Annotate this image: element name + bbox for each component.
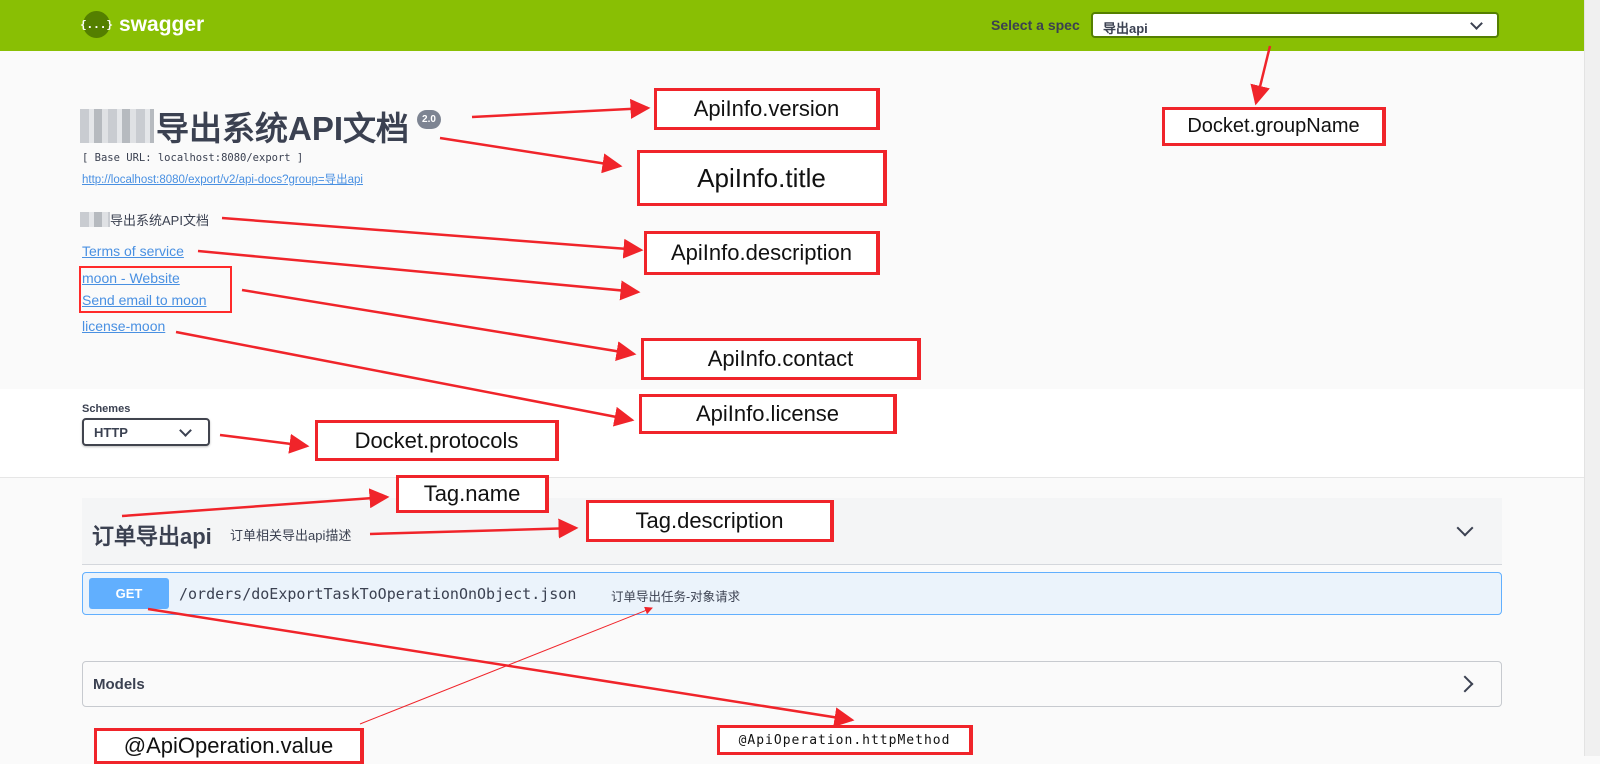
arrow-license bbox=[175, 330, 635, 427]
arrow-tag-name bbox=[121, 488, 390, 518]
arrow-contact bbox=[241, 288, 637, 362]
annotation-description: ApiInfo.description bbox=[644, 231, 880, 275]
annotation-operation-method: @ApiOperation.httpMethod bbox=[717, 725, 973, 755]
annotation-group-name: Docket.groupName bbox=[1162, 107, 1386, 146]
arrow-operation-value bbox=[359, 606, 653, 725]
annotation-license: ApiInfo.license bbox=[639, 394, 897, 434]
annotation-tag-description: Tag.description bbox=[586, 500, 834, 542]
annotation-operation-value: @ApiOperation.value bbox=[94, 728, 364, 764]
arrow-terms bbox=[197, 249, 641, 301]
arrow-group-name bbox=[1250, 45, 1272, 106]
annotation-tag-name: Tag.name bbox=[396, 475, 549, 513]
arrow-description bbox=[221, 216, 644, 259]
arrow-protocols bbox=[219, 433, 310, 454]
arrow-http-method bbox=[147, 607, 855, 728]
annotation-version: ApiInfo.version bbox=[654, 88, 880, 130]
arrow-tag-description bbox=[369, 518, 579, 539]
annotation-contact: ApiInfo.contact bbox=[641, 338, 921, 380]
annotation-title: ApiInfo.title bbox=[637, 150, 887, 206]
annotation-protocols: Docket.protocols bbox=[315, 420, 559, 461]
arrow-version bbox=[471, 98, 651, 119]
arrow-title bbox=[439, 136, 623, 174]
